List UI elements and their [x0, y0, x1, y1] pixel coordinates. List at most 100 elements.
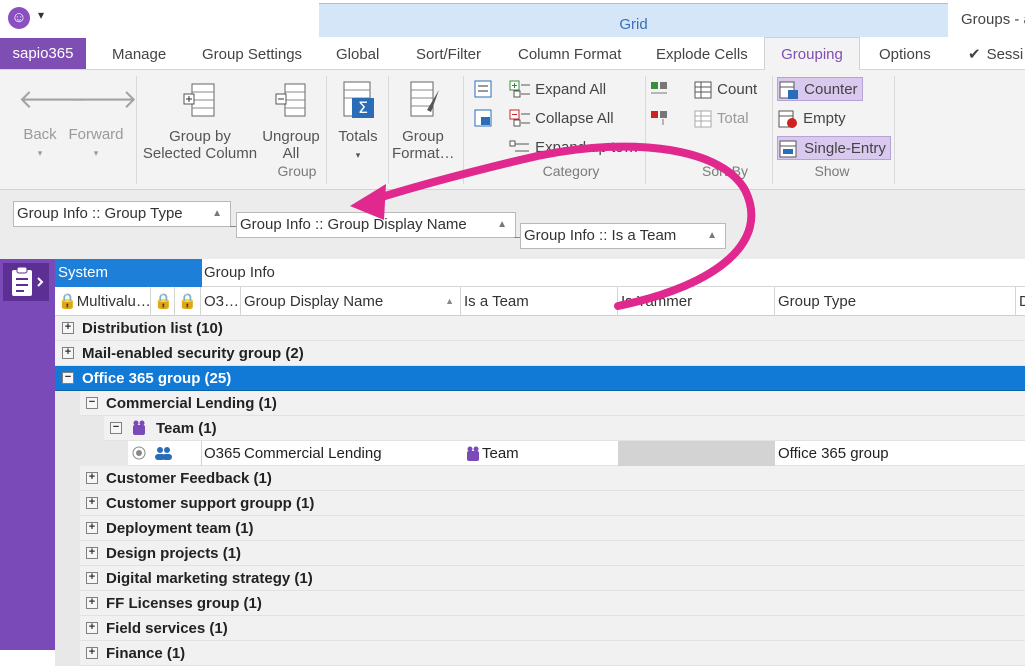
cell-group-display-name[interactable]: Commercial Lending — [244, 441, 382, 466]
back-label: Back — [23, 126, 57, 143]
collapse-group-icon-button[interactable] — [473, 108, 497, 132]
tab-sort-filter[interactable]: Sort/Filter — [416, 38, 481, 70]
tab-options[interactable]: Options — [879, 38, 931, 70]
collapse-icon[interactable]: − — [110, 422, 122, 434]
group-row-label: Distribution list (10) — [82, 320, 223, 337]
expand-icon[interactable]: + — [86, 547, 98, 559]
cell-group-type[interactable]: Office 365 group — [778, 441, 889, 466]
expand-icon[interactable]: + — [86, 622, 98, 634]
expand-icon[interactable]: + — [86, 572, 98, 584]
expand-icon[interactable]: + — [86, 497, 98, 509]
group-row-label: Team (1) — [156, 420, 217, 437]
group-row[interactable]: − Team (1) — [55, 416, 1025, 441]
group-row-label: Deployment team (1) — [106, 520, 254, 537]
expand-icon — [474, 80, 492, 98]
collapse-icon[interactable]: − — [62, 372, 74, 384]
group-row-label: Office 365 group (25) — [82, 370, 232, 387]
group-row[interactable]: − Commercial Lending (1) — [55, 391, 1025, 416]
column-header-more[interactable]: D — [1016, 287, 1025, 316]
indent — [55, 491, 80, 516]
expand-group-icon-button[interactable] — [473, 79, 497, 103]
group-chip-label: Group Info :: Group Type — [17, 205, 183, 222]
app-logo-icon[interactable]: ☺ — [8, 7, 30, 29]
group-row[interactable]: + Digital marketing strategy (1) — [55, 566, 1025, 591]
forward-button[interactable]: 🡒 Forward ▾ — [68, 84, 138, 162]
column-header-multivalue[interactable]: 🔒Multivalu… — [55, 287, 151, 316]
group-info-band-header[interactable]: Group Info — [204, 259, 275, 287]
group-row[interactable]: + Mail-enabled security group (2) — [55, 341, 1025, 366]
column-header-is-a-team[interactable]: Is a Team — [461, 287, 618, 316]
quick-access-dropdown-icon[interactable]: ▾ — [38, 8, 44, 22]
tab-sessions[interactable]: ✔ Sessi — [968, 38, 1023, 70]
collapse-all-label: Collapse All — [535, 110, 614, 127]
radio-icon[interactable] — [131, 445, 147, 461]
lock-icon: 🔒 — [154, 293, 173, 310]
expand-icon[interactable]: + — [86, 647, 98, 659]
column-header-group-display-name[interactable]: Group Display Name ▲ — [241, 287, 461, 316]
clipboard-panel-button[interactable] — [3, 263, 49, 301]
count-button[interactable]: Count — [693, 78, 757, 102]
collapse-icon[interactable]: − — [86, 397, 98, 409]
group-row[interactable]: + Customer support groupp (1) — [55, 491, 1025, 516]
category-section-label: Category — [542, 163, 600, 179]
format-brush-icon — [410, 81, 439, 117]
tab-file[interactable]: sapio365 — [0, 38, 86, 69]
empty-toggle[interactable]: Empty — [777, 107, 846, 131]
expand-icon[interactable]: + — [62, 347, 74, 359]
column-header-lock-2[interactable]: 🔒 — [175, 287, 201, 316]
group-chip-is-a-team[interactable]: Group Info :: Is a Team ▲ — [520, 223, 726, 249]
group-row[interactable]: + FF Licenses group (1) — [55, 591, 1025, 616]
context-tab-header: Grid — [319, 3, 948, 37]
expand-icon[interactable]: + — [86, 522, 98, 534]
expand-icon[interactable]: + — [86, 472, 98, 484]
column-header-is-yammer[interactable]: Is Yammer — [618, 287, 775, 316]
column-header-o365[interactable]: O3… — [201, 287, 241, 316]
single-entry-toggle[interactable]: Single-Entry — [777, 136, 891, 160]
svg-text:Σ: Σ — [358, 98, 368, 117]
cell-is-yammer[interactable] — [618, 441, 775, 466]
collapse-all-button[interactable]: Collapse All — [509, 107, 614, 131]
side-panel-strip — [0, 259, 55, 650]
expand-all-button[interactable]: Expand All — [509, 78, 606, 102]
totals-label: Totals — [338, 128, 378, 145]
system-band-header[interactable]: System — [55, 259, 202, 287]
tab-manage[interactable]: Manage — [112, 38, 166, 70]
column-header-label: Multivalu… — [76, 293, 151, 310]
group-row-label: Finance (1) — [106, 645, 186, 662]
group-row-label: Commercial Lending (1) — [106, 395, 277, 412]
cell-is-a-team[interactable]: Team — [464, 441, 519, 466]
sort-ascending-button[interactable] — [649, 78, 671, 102]
counter-toggle[interactable]: Counter — [777, 77, 863, 101]
group-row[interactable]: + Distribution list (10) — [55, 316, 1025, 341]
tab-grouping[interactable]: Grouping — [764, 37, 860, 71]
cell-o365[interactable]: O365 — [204, 441, 241, 466]
group-row[interactable]: + Finance (1) — [55, 641, 1025, 666]
ungroup-label-2: All — [282, 145, 300, 162]
sort-up-icon: ▲ — [445, 296, 454, 306]
tab-column-format[interactable]: Column Format — [518, 38, 621, 70]
expand-up-to-button[interactable]: Expand up to… — [509, 136, 639, 160]
expand-icon[interactable]: + — [62, 322, 74, 334]
group-row[interactable]: + Deployment team (1) — [55, 516, 1025, 541]
tab-group-settings[interactable]: Group Settings — [202, 38, 302, 70]
tab-global[interactable]: Global — [336, 38, 379, 70]
ungroup-all-button[interactable]: Ungroup All — [258, 80, 324, 162]
group-row-selected[interactable]: − Office 365 group (25) — [55, 366, 1025, 391]
group-by-selected-column-button[interactable]: Group by Selected Column — [140, 80, 260, 162]
tab-explode-cells[interactable]: Explode Cells — [656, 38, 748, 70]
group-row[interactable]: + Design projects (1) — [55, 541, 1025, 566]
column-header-group-type[interactable]: Group Type — [775, 287, 1016, 316]
group-row[interactable]: + Customer Feedback (1) — [55, 466, 1025, 491]
sort-up-icon — [651, 82, 667, 94]
group-chip-group-display-name[interactable]: Group Info :: Group Display Name ▲ — [236, 212, 516, 238]
expand-up-to-label: Expand up to… — [535, 139, 639, 156]
group-format-button[interactable]: Group Format… — [392, 80, 455, 162]
expand-icon[interactable]: + — [86, 597, 98, 609]
total-button[interactable]: Total — [693, 107, 749, 131]
group-chip-group-type[interactable]: Group Info :: Group Type ▲ — [13, 201, 231, 227]
group-row[interactable]: + Field services (1) — [55, 616, 1025, 641]
column-header-lock-1[interactable]: 🔒 — [151, 287, 175, 316]
sort-descending-button[interactable] — [649, 107, 671, 131]
back-button[interactable]: 🡐 Back ▾ — [18, 84, 88, 162]
totals-button[interactable]: Σ Totals ▾ — [332, 80, 384, 164]
